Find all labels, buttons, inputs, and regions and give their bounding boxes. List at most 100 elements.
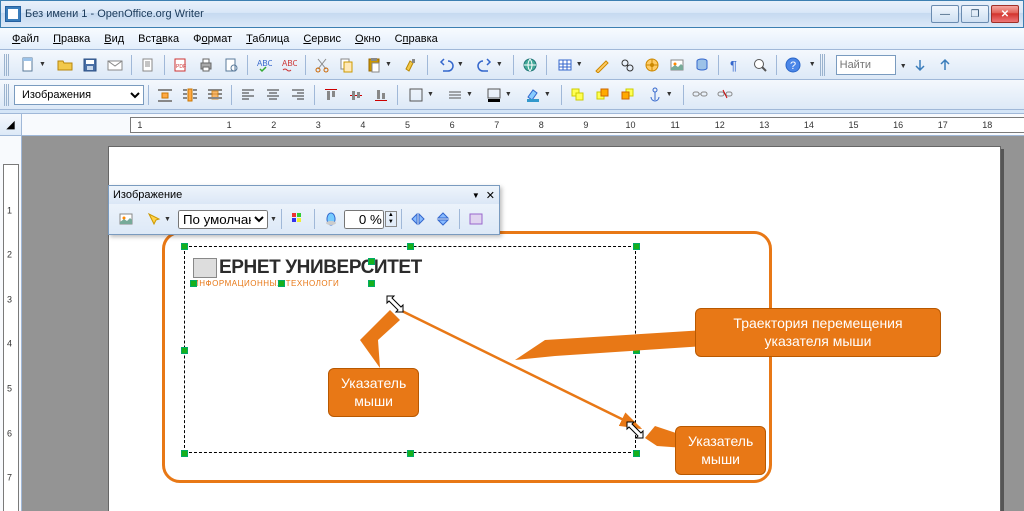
selection-handle[interactable] [181,243,188,250]
image-toolbar-title[interactable]: Изображение ▼ ✕ [109,186,499,204]
selection-handle[interactable] [181,450,188,457]
spellcheck-button[interactable]: ABC [253,54,275,76]
color-button[interactable] [287,208,309,230]
nonprinting-button[interactable]: ¶ [724,54,746,76]
copy-button[interactable] [336,54,358,76]
unchain-frames-button[interactable] [714,84,736,106]
redo-button[interactable]: ▼ [472,54,508,76]
align-bottom-button[interactable] [370,84,392,106]
menu-правка[interactable]: Правка [47,31,96,47]
paste-button[interactable]: ▼ [361,54,397,76]
send-back-button[interactable] [617,84,639,106]
svg-text:?: ? [790,60,796,72]
selection-handle[interactable] [633,450,640,457]
export-pdf-button[interactable]: PDF [170,54,192,76]
autospell-button[interactable]: ABC [278,54,300,76]
selection-handle[interactable] [633,347,640,354]
window-title: Без имени 1 - OpenOffice.org Writer [25,8,204,20]
chain-frames-button[interactable] [689,84,711,106]
horizontal-ruler[interactable]: 112345678910111213141516171819 [22,114,1024,136]
bring-front-button[interactable] [592,84,614,106]
align-left-button[interactable] [237,84,259,106]
print-button[interactable] [195,54,217,76]
find-prev-button[interactable] [934,54,956,76]
email-button[interactable] [104,54,126,76]
maximize-button[interactable]: ❐ [961,5,989,23]
image-toolbar-dropdown-icon[interactable]: ▼ [472,191,480,200]
wrap-off-button[interactable] [154,84,176,106]
selection-handle[interactable] [407,243,414,250]
transparency-up[interactable]: ▲ [386,212,396,219]
menu-справка[interactable]: Справка [389,31,444,47]
flip-v-button[interactable] [432,208,454,230]
selection-handle[interactable] [368,280,375,287]
svg-text:ABC: ABC [282,59,297,68]
anchor-button[interactable]: ▼ [642,84,678,106]
page-preview-button[interactable] [220,54,242,76]
find-input[interactable] [836,55,896,75]
open-button[interactable] [54,54,76,76]
transparency-down[interactable]: ▼ [386,219,396,226]
cut-button[interactable] [311,54,333,76]
datasources-button[interactable] [691,54,713,76]
minimize-button[interactable]: — [931,5,959,23]
border-color-button[interactable]: ▼ [481,84,517,106]
frame-props-button[interactable] [567,84,589,106]
flip-h-button[interactable] [407,208,429,230]
selection-handle[interactable] [278,280,285,287]
find-next-button[interactable] [909,54,931,76]
menu-окно[interactable]: Окно [349,31,387,47]
find-replace-button[interactable] [616,54,638,76]
image-toolbar-close-icon[interactable]: ✕ [486,189,495,202]
toolbar-grip[interactable] [4,54,9,76]
menu-сервис[interactable]: Сервис [297,31,347,47]
menu-вставка[interactable]: Вставка [132,31,185,47]
hyperlink-button[interactable] [519,54,541,76]
callout-trajectory: Траектория перемещения указателя мыши [695,308,941,357]
align-center-v-button[interactable] [345,84,367,106]
selection-handle[interactable] [633,243,640,250]
menu-файл[interactable]: Файл [6,31,45,47]
menu-таблица[interactable]: Таблица [240,31,295,47]
selection-handle[interactable] [181,347,188,354]
graphics-mode-select[interactable]: По умолчанию [178,210,268,229]
align-right-button[interactable] [287,84,309,106]
selection-handle[interactable] [407,450,414,457]
area-color-button[interactable]: ▼ [520,84,556,106]
vertical-ruler[interactable]: 1234567 [0,136,22,511]
transparency-input[interactable] [344,210,384,229]
toolbar-grip[interactable] [4,84,9,106]
undo-button[interactable]: ▼ [433,54,469,76]
filter-button[interactable]: ▼ [140,208,176,230]
zoom-button[interactable] [749,54,771,76]
new-button[interactable]: ▼ [15,54,51,76]
paragraph-style-select[interactable]: Изображения [14,85,144,105]
toolbar-overflow[interactable]: ▼ [809,61,816,68]
wrap-through-button[interactable] [204,84,226,106]
navigator-button[interactable] [641,54,663,76]
wrap-page-button[interactable] [179,84,201,106]
toolbar-grip-2[interactable] [820,54,825,76]
show-draw-button[interactable] [591,54,613,76]
border-style-button[interactable]: ▼ [442,84,478,106]
align-top-button[interactable] [320,84,342,106]
save-button[interactable] [79,54,101,76]
from-file-button[interactable] [115,208,137,230]
image-toolbar[interactable]: Изображение ▼ ✕ ▼ По умолчанию ▼ ▲ ▼ [108,185,500,235]
resize-cursor-end-icon [625,420,647,442]
borders-button[interactable]: ▼ [403,84,439,106]
selection-handle[interactable] [190,280,197,287]
titlebar: Без имени 1 - OpenOffice.org Writer — ❐ … [0,0,1024,28]
menu-формат[interactable]: Формат [187,31,238,47]
menu-вид[interactable]: Вид [98,31,130,47]
anchor-marker-icon [193,258,217,278]
frame-properties-button[interactable] [465,208,487,230]
table-button[interactable]: ▼ [552,54,588,76]
align-center-h-button[interactable] [262,84,284,106]
selection-handle[interactable] [368,258,375,265]
gallery-button[interactable] [666,54,688,76]
edit-file-button[interactable] [137,54,159,76]
format-paintbrush-button[interactable] [400,54,422,76]
help-button[interactable]: ? [782,54,804,76]
close-button[interactable]: ✕ [991,5,1019,23]
